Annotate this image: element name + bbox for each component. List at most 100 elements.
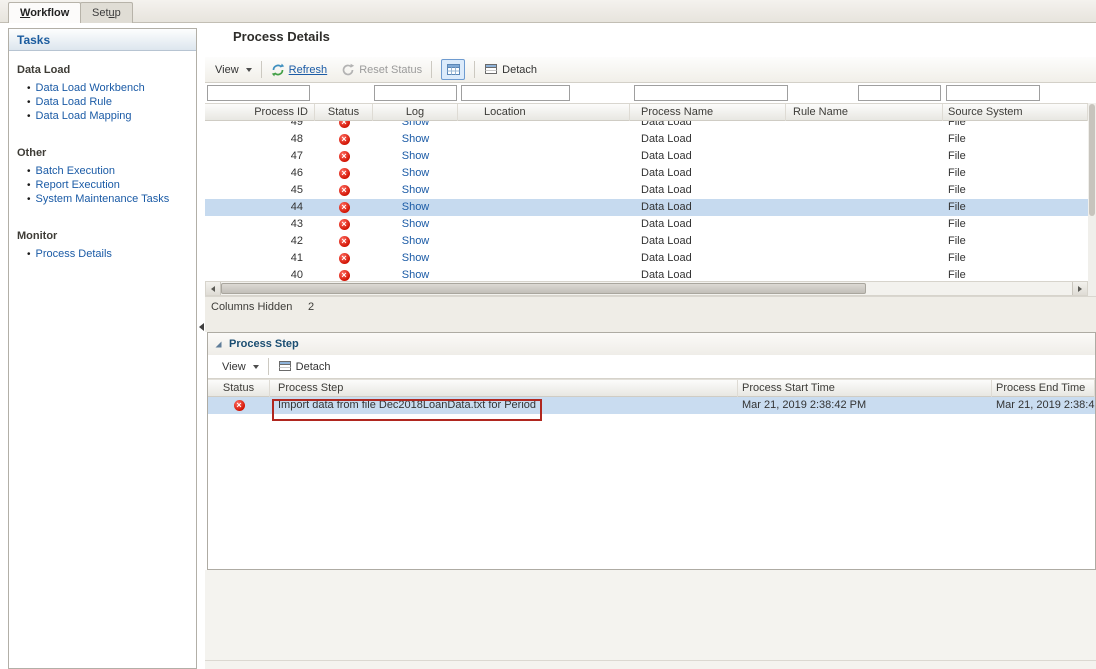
filter-input-location[interactable] <box>461 85 570 101</box>
horizontal-scrollbar[interactable] <box>205 281 1088 296</box>
rule-name-cell <box>786 199 943 216</box>
step-column-header-process-step[interactable]: Process Step <box>270 380 738 397</box>
splitter-collapse-arrow[interactable] <box>199 323 204 331</box>
process-step-panel-header[interactable]: Process Step <box>208 333 1095 355</box>
toolbar-separator <box>268 358 269 375</box>
source-system-cell: File <box>943 182 1088 199</box>
show-log-link[interactable]: Show <box>402 235 430 247</box>
show-log-link[interactable]: Show <box>402 269 430 281</box>
process-row-42[interactable]: 42×ShowData LoadFile <box>205 233 1088 250</box>
tab-workflow-label: Workflow <box>20 7 69 19</box>
sidebar-link-report-execution[interactable]: Report Execution <box>36 179 120 191</box>
process-table-header: Process IDStatusLogLocationProcess NameR… <box>205 103 1088 121</box>
column-header-process-name[interactable]: Process Name <box>630 104 786 121</box>
bullet-icon: • <box>27 83 31 94</box>
view-menu-label: View <box>215 64 239 76</box>
reset-status-label: Reset Status <box>359 64 422 76</box>
filter-input-process-id[interactable] <box>207 85 310 101</box>
step-column-header-process-start-time[interactable]: Process Start Time <box>738 380 992 397</box>
process-id-cell: 47 <box>205 148 315 165</box>
filter-input-process-name[interactable] <box>634 85 788 101</box>
show-log-link[interactable]: Show <box>402 252 430 264</box>
log-cell: Show <box>373 121 458 131</box>
sidebar-link-data-load-workbench[interactable]: Data Load Workbench <box>36 82 145 94</box>
process-step-title: Process Step <box>229 338 299 350</box>
horizontal-scrollbar-thumb[interactable] <box>221 283 866 294</box>
log-cell: Show <box>373 182 458 199</box>
scroll-left-button[interactable] <box>206 282 221 295</box>
column-header-log[interactable]: Log <box>373 104 458 121</box>
process-step-cell: Import data from file Dec2018LoanData.tx… <box>270 397 738 414</box>
location-cell <box>458 216 630 233</box>
filter-input-log[interactable] <box>374 85 457 101</box>
filter-row <box>205 84 1096 103</box>
step-detach-button[interactable]: Detach <box>278 360 331 373</box>
vertical-scrollbar[interactable] <box>1088 103 1096 281</box>
process-name-cell: Data Load <box>630 199 786 216</box>
refresh-button[interactable]: Refresh <box>271 63 328 77</box>
column-header-status[interactable]: Status <box>315 104 373 121</box>
step-status-cell: × <box>208 397 270 414</box>
step-view-menu-label: View <box>222 361 246 373</box>
process-name-cell: Data Load <box>630 131 786 148</box>
source-system-cell: File <box>943 267 1088 281</box>
process-row-45[interactable]: 45×ShowData LoadFile <box>205 182 1088 199</box>
column-header-source-system[interactable]: Source System <box>943 104 1088 121</box>
step-view-menu-button[interactable]: View <box>222 361 259 373</box>
sidebar-link-data-load-mapping[interactable]: Data Load Mapping <box>36 110 132 122</box>
rule-name-cell <box>786 121 943 131</box>
filter-input-source-system[interactable] <box>946 85 1040 101</box>
process-name-cell: Data Load <box>630 165 786 182</box>
view-menu-button[interactable]: View <box>215 64 252 76</box>
column-header-rule-name[interactable]: Rule Name <box>786 104 943 121</box>
sidebar-link-system-maintenance-tasks[interactable]: System Maintenance Tasks <box>36 193 170 205</box>
divider-line <box>205 660 1096 661</box>
process-name-cell: Data Load <box>630 250 786 267</box>
process-row-47[interactable]: 47×ShowData LoadFile <box>205 148 1088 165</box>
show-log-link[interactable]: Show <box>402 201 430 213</box>
sidebar-item-report-execution: •Report Execution <box>27 179 196 192</box>
show-log-link[interactable]: Show <box>402 184 430 196</box>
step-row[interactable]: ×Import data from file Dec2018LoanData.t… <box>208 397 1095 414</box>
tab-setup[interactable]: Setup <box>80 2 133 23</box>
sidebar-section-heading-data-load: Data Load <box>17 64 196 76</box>
refresh-label: Refresh <box>289 64 328 76</box>
vertical-scrollbar-thumb[interactable] <box>1089 104 1095 216</box>
sidebar-link-data-load-rule[interactable]: Data Load Rule <box>36 96 112 108</box>
source-system-cell: File <box>943 148 1088 165</box>
source-system-cell: File <box>943 131 1088 148</box>
process-row-46[interactable]: 46×ShowData LoadFile <box>205 165 1088 182</box>
show-log-link[interactable]: Show <box>402 218 430 230</box>
scroll-right-button[interactable] <box>1072 282 1087 295</box>
step-column-header-status[interactable]: Status <box>208 380 270 397</box>
process-row-48[interactable]: 48×ShowData LoadFile <box>205 131 1088 148</box>
status-cell: × <box>315 165 373 182</box>
column-header-location[interactable]: Location <box>458 104 630 121</box>
show-log-link[interactable]: Show <box>402 167 430 179</box>
column-header-process-id[interactable]: Process ID <box>205 104 315 121</box>
step-column-header-process-end-time[interactable]: Process End Time <box>992 380 1095 397</box>
filter-input-rule-name[interactable] <box>858 85 941 101</box>
show-log-link[interactable]: Show <box>402 121 430 128</box>
process-row-44[interactable]: 44×ShowData LoadFile <box>205 199 1088 216</box>
show-log-link[interactable]: Show <box>402 150 430 162</box>
bullet-icon: • <box>27 166 31 177</box>
process-row-40[interactable]: 40×ShowData LoadFile <box>205 267 1088 281</box>
process-id-cell: 46 <box>205 165 315 182</box>
log-cell: Show <box>373 267 458 281</box>
reset-status-button[interactable]: Reset Status <box>341 63 422 77</box>
reset-status-icon <box>341 63 355 77</box>
process-row-49[interactable]: 49×ShowData LoadFile <box>205 121 1088 131</box>
process-row-41[interactable]: 41×ShowData LoadFile <box>205 250 1088 267</box>
detach-button[interactable]: Detach <box>484 63 537 76</box>
scrollbar-corner <box>1088 281 1096 296</box>
tasks-sidebar: Tasks Data Load•Data Load Workbench•Data… <box>8 28 197 669</box>
process-row-43[interactable]: 43×ShowData LoadFile <box>205 216 1088 233</box>
tab-workflow[interactable]: Workflow <box>8 2 81 23</box>
query-by-example-toggle-button[interactable] <box>441 59 465 80</box>
show-log-link[interactable]: Show <box>402 133 430 145</box>
sidebar-item-process-details: •Process Details <box>27 248 196 261</box>
sidebar-link-process-details[interactable]: Process Details <box>36 248 112 260</box>
sidebar-link-batch-execution[interactable]: Batch Execution <box>36 165 116 177</box>
rule-name-cell <box>786 165 943 182</box>
